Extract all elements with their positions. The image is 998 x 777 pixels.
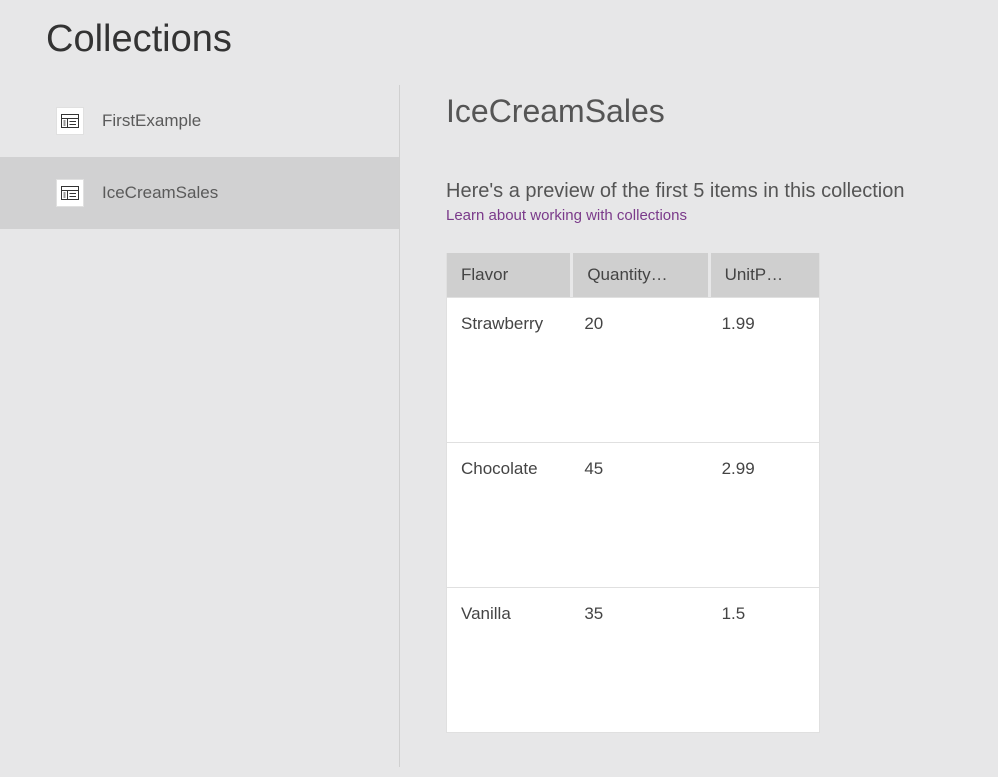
cell-quantity: 20	[570, 298, 707, 442]
table-row[interactable]: Chocolate 45 2.99	[447, 442, 819, 587]
cell-flavor: Vanilla	[447, 588, 570, 732]
column-header-flavor[interactable]: Flavor	[447, 253, 570, 297]
collection-icon	[56, 179, 84, 207]
column-header-quantity[interactable]: Quantity…	[570, 253, 707, 297]
collection-icon	[56, 107, 84, 135]
page-title: Collections	[0, 0, 998, 61]
cell-unitprice: 1.99	[708, 298, 819, 442]
sidebar-item-icecreamsales[interactable]: IceCreamSales	[0, 157, 400, 229]
table-row[interactable]: Vanilla 35 1.5	[447, 587, 819, 732]
cell-unitprice: 1.5	[708, 588, 819, 732]
cell-flavor: Chocolate	[447, 443, 570, 587]
preview-table: Flavor Quantity… UnitP… Strawberry 20 1.…	[446, 253, 820, 733]
sidebar-item-label: IceCreamSales	[102, 183, 218, 203]
collection-detail: IceCreamSales Here's a preview of the fi…	[400, 85, 998, 777]
preview-description: Here's a preview of the first 5 items in…	[446, 180, 968, 203]
sidebar-item-label: FirstExample	[102, 111, 201, 131]
learn-collections-link[interactable]: Learn about working with collections	[446, 207, 687, 224]
cell-quantity: 45	[570, 443, 707, 587]
table-row[interactable]: Strawberry 20 1.99	[447, 297, 819, 442]
column-header-unitprice[interactable]: UnitP…	[708, 253, 819, 297]
cell-quantity: 35	[570, 588, 707, 732]
sidebar-item-firstexample[interactable]: FirstExample	[0, 85, 400, 157]
collection-title: IceCreamSales	[446, 93, 968, 130]
cell-unitprice: 2.99	[708, 443, 819, 587]
cell-flavor: Strawberry	[447, 298, 570, 442]
table-header: Flavor Quantity… UnitP…	[447, 253, 819, 297]
collections-sidebar: FirstExample IceCreamSales	[0, 85, 400, 777]
